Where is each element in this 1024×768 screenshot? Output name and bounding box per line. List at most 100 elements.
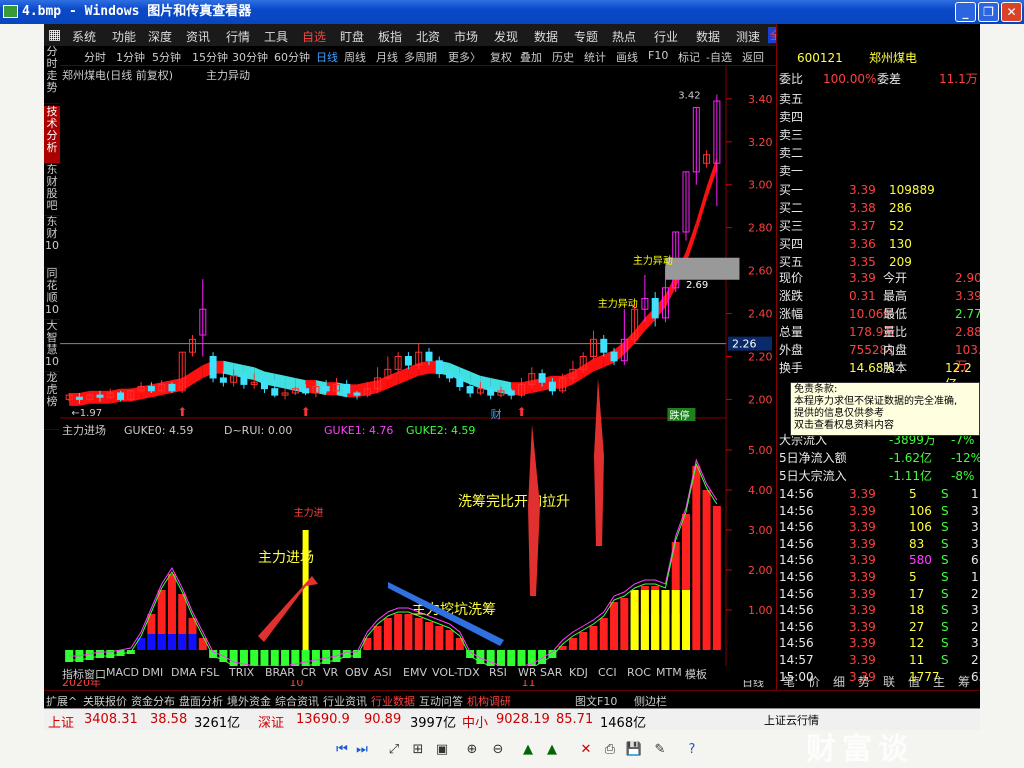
left-nav-item[interactable]: 东财10 xyxy=(44,216,60,268)
menu-item[interactable]: 市场 xyxy=(454,28,478,45)
nav-tab[interactable]: 行业资讯 xyxy=(323,693,367,709)
indicator-tab[interactable]: EMV xyxy=(403,666,427,679)
actual-size-icon[interactable]: ⊞ xyxy=(408,740,428,760)
nav-tab[interactable]: 资金分布 xyxy=(131,693,175,709)
menu-item[interactable]: 板指 xyxy=(378,28,402,45)
nav-tab[interactable]: 互动问答 xyxy=(419,693,463,709)
nav-tab[interactable]: 图文F10 xyxy=(575,693,617,709)
indicator-tab[interactable]: CCI xyxy=(598,666,617,679)
slideshow-icon[interactable]: ▣ xyxy=(432,740,452,760)
menu-item[interactable]: 行情 xyxy=(226,28,250,45)
prev-icon[interactable]: ⏮ xyxy=(332,740,352,760)
zoom-out-icon[interactable]: ⊖ xyxy=(488,740,508,760)
rotate-ccw-icon[interactable]: ▲ xyxy=(542,740,562,760)
help-icon[interactable]: ? xyxy=(682,740,702,760)
minimize-button[interactable]: _ xyxy=(955,2,976,22)
nav-tab[interactable]: 综合资讯 xyxy=(275,693,319,709)
side-tab[interactable]: 细 xyxy=(833,674,845,690)
toolbar-item[interactable]: 60分钟 xyxy=(274,49,310,65)
menu-item[interactable]: 系统 xyxy=(72,28,96,45)
print-icon[interactable]: ⎙ xyxy=(600,740,620,760)
toolbar-item[interactable]: 日线 xyxy=(316,49,338,65)
toolbar-item[interactable]: 标记 xyxy=(678,49,700,65)
toolbar-item[interactable]: 周线 xyxy=(344,49,366,65)
side-tab[interactable]: 价 xyxy=(808,674,820,690)
menu-item[interactable]: 行业 xyxy=(654,28,678,45)
side-tab[interactable]: 主 xyxy=(933,674,945,690)
left-nav-item[interactable]: 分时走势 xyxy=(44,46,60,104)
menu-item[interactable]: 资讯 xyxy=(186,28,210,45)
indicator-tab[interactable]: RSI xyxy=(489,666,507,679)
indicator-tab[interactable]: CR xyxy=(301,666,316,679)
left-nav-item[interactable]: 技术分析 xyxy=(44,106,60,164)
toolbar-item[interactable]: 统计 xyxy=(584,49,606,65)
toolbar-item[interactable]: 叠加 xyxy=(520,49,542,65)
indicator-tab[interactable]: DMA xyxy=(171,666,197,679)
rotate-cw-icon[interactable]: ▲ xyxy=(518,740,538,760)
indicator-tab[interactable]: MTM xyxy=(656,666,682,679)
toolbar-item[interactable]: -自选 xyxy=(706,49,732,65)
toolbar-item[interactable]: 月线 xyxy=(376,49,398,65)
left-nav-item[interactable]: 龙虎榜 xyxy=(44,372,60,430)
menu-item[interactable]: 数据 xyxy=(696,28,720,45)
indicator-tab[interactable]: DMI xyxy=(142,666,163,679)
indicator-tab[interactable]: SAR xyxy=(540,666,562,679)
menu-item[interactable]: 工具 xyxy=(264,28,288,45)
menu-item[interactable]: 北资 xyxy=(416,28,440,45)
toolbar-item[interactable]: 历史 xyxy=(552,49,574,65)
indicator-tab[interactable]: WR xyxy=(518,666,537,679)
menu-item[interactable]: 测速 xyxy=(736,28,760,45)
nav-tab[interactable]: 盘面分析 xyxy=(179,693,223,709)
menu-item[interactable]: 自选 xyxy=(302,28,326,45)
toolbar-item[interactable]: 复权 xyxy=(490,49,512,65)
toolbar-item[interactable]: 15分钟 xyxy=(192,49,228,65)
indicator-tab[interactable]: KDJ xyxy=(569,666,588,679)
menu-item[interactable]: 数据 xyxy=(534,28,558,45)
indicator-tab[interactable]: OBV xyxy=(345,666,368,679)
toolbar-item[interactable]: 返回 xyxy=(742,49,764,65)
nav-tab[interactable]: 境外资金 xyxy=(227,693,271,709)
side-tab[interactable]: 笔 xyxy=(783,674,795,690)
grid-icon[interactable]: ▦ xyxy=(48,27,61,43)
left-nav-item[interactable]: 同花顺10 xyxy=(44,268,60,320)
menu-item[interactable]: 发现 xyxy=(494,28,518,45)
side-tab[interactable]: 联 xyxy=(883,674,895,690)
nav-tab[interactable]: 扩展^ xyxy=(46,693,77,709)
indicator-tab[interactable]: ROC xyxy=(627,666,651,679)
nav-tab[interactable]: 行业数据 xyxy=(371,693,415,709)
indicator-tab[interactable]: ASI xyxy=(374,666,392,679)
indicator-tab[interactable]: VOL-TDX xyxy=(432,666,480,679)
menu-item[interactable]: 盯盘 xyxy=(340,28,364,45)
edit-icon[interactable]: ✎ xyxy=(650,740,670,760)
delete-icon[interactable]: ✕ xyxy=(576,740,596,760)
indicator-tab[interactable]: VR xyxy=(323,666,338,679)
left-nav-item[interactable]: 东财股吧 xyxy=(44,164,60,216)
menu-item[interactable]: 功能 xyxy=(112,28,136,45)
nav-tab[interactable]: 机构调研 xyxy=(467,693,511,709)
maximize-button[interactable]: ❐ xyxy=(978,2,999,22)
toolbar-item[interactable]: F10 xyxy=(648,49,668,62)
indicator-tab[interactable]: MACD xyxy=(106,666,139,679)
indicator-tab[interactable]: FSL xyxy=(200,666,219,679)
side-tab[interactable]: 筹 xyxy=(958,674,970,690)
menu-item[interactable]: 专题 xyxy=(574,28,598,45)
menu-item[interactable]: 热点 xyxy=(612,28,636,45)
indicator-tab[interactable]: BRAR xyxy=(265,666,295,679)
indicator-tab[interactable]: 模板 xyxy=(685,666,707,682)
toolbar-item[interactable]: 更多〉 xyxy=(448,49,481,65)
zoom-in-icon[interactable]: ⊕ xyxy=(462,740,482,760)
toolbar-item[interactable]: 30分钟 xyxy=(232,49,268,65)
toolbar-item[interactable]: 分时 xyxy=(84,49,106,65)
side-tab[interactable]: 值 xyxy=(908,674,920,690)
toolbar-item[interactable]: 多周期 xyxy=(404,49,437,65)
close-button[interactable]: ✕ xyxy=(1001,2,1022,22)
toolbar-item[interactable]: 5分钟 xyxy=(152,49,181,65)
indicator-tab[interactable]: TRIX xyxy=(229,666,254,679)
best-fit-icon[interactable]: ⤢ xyxy=(384,740,404,760)
left-nav-item[interactable]: 大智慧10 xyxy=(44,320,60,372)
toolbar-item[interactable]: 画线 xyxy=(616,49,638,65)
save-icon[interactable]: 💾 xyxy=(624,740,644,760)
nav-tab[interactable]: 关联报价 xyxy=(83,693,127,709)
toolbar-item[interactable]: 1分钟 xyxy=(116,49,145,65)
menu-item[interactable]: 深度 xyxy=(148,28,172,45)
